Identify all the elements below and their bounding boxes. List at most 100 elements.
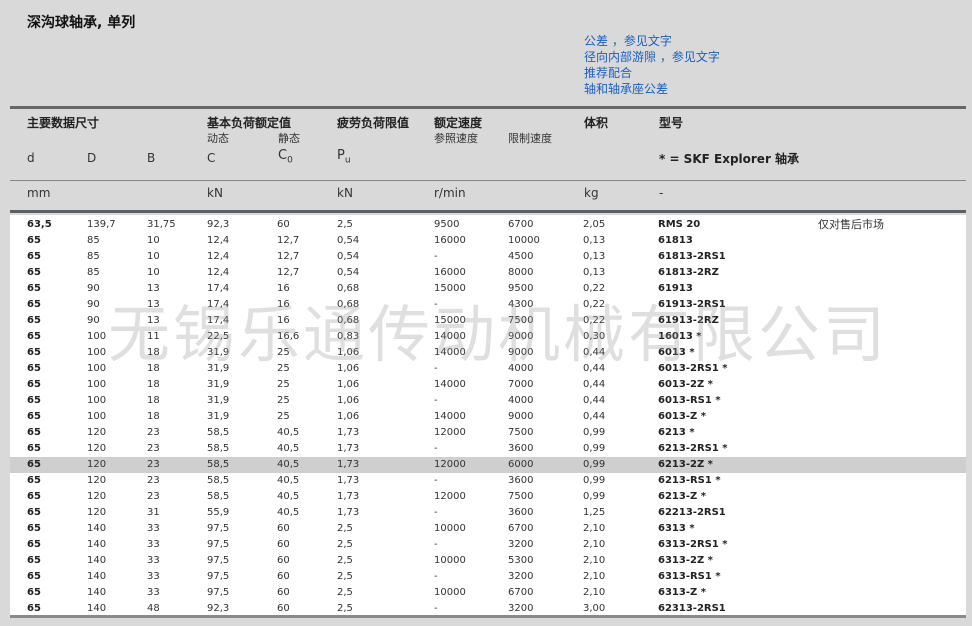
table-row[interactable]: 65 120 31 55,9 40,5 1,73 - 3600 1,25 62213-2RS1	[10, 505, 966, 521]
cell-C0: 12,7	[277, 251, 300, 262]
link-tolerance[interactable]: 公差 ，参见文字	[584, 33, 720, 49]
cell-limit-speed: 7500	[508, 491, 534, 502]
cell-designation[interactable]: 61813-2RS1	[658, 249, 726, 265]
table-row[interactable]: 65 100 18 31,9 25 1,06 14000 7000 0,44 6013-2Z *	[10, 377, 966, 393]
table-row[interactable]: 65 140 33 97,5 60 2,5 10000 5300 2,10 6313-2Z *	[10, 553, 966, 569]
cell-ref-speed: -	[434, 539, 438, 550]
cell-designation[interactable]: 6313-2RS1 *	[658, 537, 728, 553]
cell-designation[interactable]: 16013 *	[658, 329, 702, 345]
cell-B: 18	[147, 395, 160, 406]
cell-designation[interactable]: 62213-2RS1	[658, 505, 726, 521]
cell-designation[interactable]: 6313 *	[658, 521, 695, 537]
symbol-Pu-main: P	[337, 148, 345, 163]
cell-limit-speed: 6700	[508, 219, 534, 230]
cell-ref-speed: -	[434, 251, 438, 262]
cell-designation[interactable]: 6013-RS1 *	[658, 393, 721, 409]
cell-Pu: 0,68	[337, 299, 360, 310]
table-row[interactable]: 65 85 10 12,4 12,7 0,54 16000 10000 0,13 61813	[10, 233, 966, 249]
cell-D: 90	[87, 283, 100, 294]
cell-D: 139,7	[87, 219, 116, 230]
cell-Pu: 2,5	[337, 539, 353, 550]
cell-C: 31,9	[207, 363, 230, 374]
table-row[interactable]: 65 90 13 17,4 16 0,68 15000 7500 0,22 61913-2RZ	[10, 313, 966, 329]
cell-C: 31,9	[207, 411, 230, 422]
table-row[interactable]: 65 120 23 58,5 40,5 1,73 12000 7500 0,99 6213 *	[10, 425, 966, 441]
cell-Pu: 1,73	[337, 443, 360, 454]
cell-designation[interactable]: 61813	[658, 233, 693, 249]
cell-designation[interactable]: 61913-2RZ	[658, 313, 719, 329]
cell-ref-speed: 14000	[434, 331, 466, 342]
table-row[interactable]: 65 100 11 22,5 16,6 0,83 14000 9000 0,30 16013 *	[10, 329, 966, 345]
cell-D: 120	[87, 459, 107, 470]
cell-B: 13	[147, 315, 160, 326]
cell-designation[interactable]: 6213 *	[658, 425, 695, 441]
table-row[interactable]: 65 85 10 12,4 12,7 0,54 - 4500 0,13 61813-2RS1	[10, 249, 966, 265]
table-row[interactable]: 65 100 18 31,9 25 1,06 - 4000 0,44 6013-RS1 *	[10, 393, 966, 409]
cell-designation[interactable]: 6013-2Z *	[658, 377, 713, 393]
cell-Pu: 1,73	[337, 491, 360, 502]
cell-limit-speed: 3200	[508, 571, 534, 582]
table-row[interactable]: 65 85 10 12,4 12,7 0,54 16000 8000 0,13 61813-2RZ	[10, 265, 966, 281]
cell-mass: 0,13	[583, 267, 606, 278]
table-row[interactable]: 65 140 33 97,5 60 2,5 10000 6700 2,10 6313 *	[10, 521, 966, 537]
cell-B: 33	[147, 571, 160, 582]
cell-designation[interactable]: 61813-2RZ	[658, 265, 719, 281]
cell-designation[interactable]: 6313-Z *	[658, 585, 706, 601]
cell-d: 63,5	[27, 219, 52, 230]
cell-D: 85	[87, 235, 100, 246]
cell-designation[interactable]: 6013-2RS1 *	[658, 361, 728, 377]
cell-designation[interactable]: 6213-2Z *	[658, 457, 713, 473]
cell-C: 58,5	[207, 427, 230, 438]
link-recommended-fits[interactable]: 推荐配合	[584, 65, 720, 81]
cell-D: 100	[87, 331, 107, 342]
cell-designation[interactable]: 6013 *	[658, 345, 695, 361]
cell-mass: 0,99	[583, 427, 606, 438]
cell-limit-speed: 7500	[508, 427, 534, 438]
cell-designation[interactable]: 61913	[658, 281, 693, 297]
table-row[interactable]: 65 90 13 17,4 16 0,68 - 4300 0,22 61913-2RS1	[10, 297, 966, 313]
cell-designation[interactable]: 6213-2RS1 *	[658, 441, 728, 457]
table-row[interactable]: 65 100 18 31,9 25 1,06 14000 9000 0,44 6013 *	[10, 345, 966, 361]
cell-B: 23	[147, 491, 160, 502]
cell-d: 65	[27, 587, 41, 598]
cell-designation[interactable]: 61913-2RS1	[658, 297, 726, 313]
cell-C0: 16	[277, 283, 290, 294]
table-row[interactable]: 65 120 23 58,5 40,5 1,73 12000 7500 0,99 6213-Z *	[10, 489, 966, 505]
cell-C: 97,5	[207, 555, 230, 566]
cell-D: 140	[87, 555, 107, 566]
symbol-D: D	[87, 151, 97, 165]
cell-d: 65	[27, 395, 41, 406]
table-row[interactable]: 65 120 23 58,5 40,5 1,73 12000 6000 0,99 6213-2Z …	[10, 457, 966, 473]
cell-designation[interactable]: 6313-RS1 *	[658, 569, 721, 585]
cell-C: 58,5	[207, 459, 230, 470]
table-row[interactable]: 65 140 33 97,5 60 2,5 - 3200 2,10 6313-2RS1 *	[10, 537, 966, 553]
cell-designation[interactable]: 6013-Z *	[658, 409, 706, 425]
table-row[interactable]: 65 100 18 31,9 25 1,06 14000 9000 0,44 6013-Z *	[10, 409, 966, 425]
table-row[interactable]: 65 90 13 17,4 16 0,68 15000 9500 0,22 61913	[10, 281, 966, 297]
cell-C0: 60	[277, 219, 290, 230]
table-row[interactable]: 65 120 23 58,5 40,5 1,73 - 3600 0,99 6213-2RS1 *	[10, 441, 966, 457]
table-row[interactable]: 65 120 23 58,5 40,5 1,73 - 3600 0,99 6213-RS1 *	[10, 473, 966, 489]
table-row[interactable]: 65 100 18 31,9 25 1,06 - 4000 0,44 6013-2RS1 *	[10, 361, 966, 377]
cell-D: 85	[87, 251, 100, 262]
cell-designation[interactable]: RMS 20	[658, 217, 700, 233]
cell-designation[interactable]: 6213-RS1 *	[658, 473, 721, 489]
cell-C0: 25	[277, 395, 290, 406]
cell-D: 140	[87, 587, 107, 598]
cell-D: 100	[87, 347, 107, 358]
cell-d: 65	[27, 555, 41, 566]
cell-B: 33	[147, 539, 160, 550]
cell-designation[interactable]: 6313-2Z *	[658, 553, 713, 569]
cell-C: 12,4	[207, 251, 230, 262]
cell-mass: 0,44	[583, 411, 606, 422]
cell-d: 65	[27, 267, 41, 278]
cell-mass: 1,25	[583, 507, 606, 518]
cell-ref-speed: -	[434, 363, 438, 374]
table-row[interactable]: 65 140 33 97,5 60 2,5 10000 6700 2,10 6313-Z *	[10, 585, 966, 601]
cell-limit-speed: 7500	[508, 315, 534, 326]
link-radial-clearance[interactable]: 径向内部游隙 ，参见文字	[584, 49, 720, 65]
table-row[interactable]: 63,5 139,7 31,75 92,3 60 2,5 9500 6700 2,05 RMS 2…	[10, 217, 966, 233]
cell-designation[interactable]: 6213-Z *	[658, 489, 706, 505]
link-shaft-housing-tolerance[interactable]: 轴和轴承座公差	[584, 81, 720, 97]
table-row[interactable]: 65 140 33 97,5 60 2,5 - 3200 2,10 6313-RS1 *	[10, 569, 966, 585]
